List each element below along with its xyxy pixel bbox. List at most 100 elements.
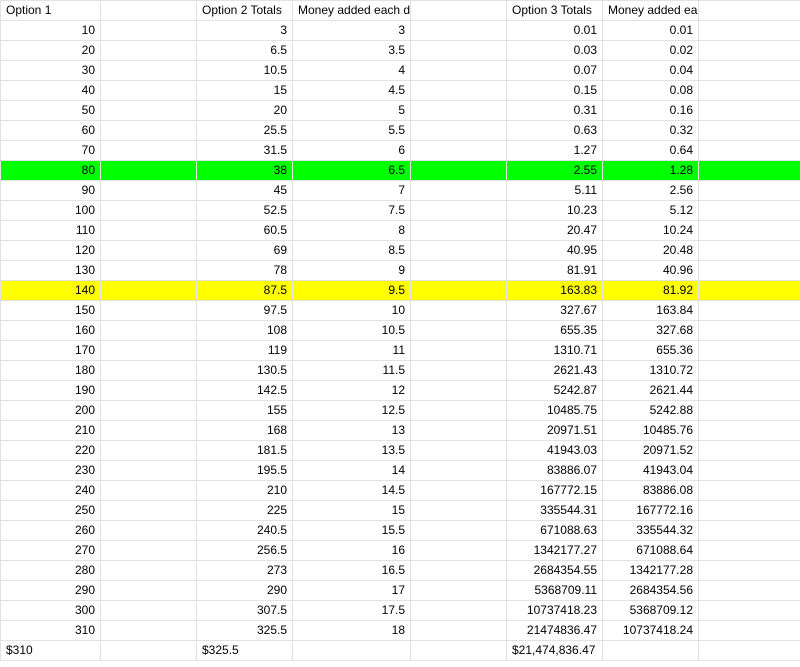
cell-spacer-e[interactable] — [410, 120, 507, 141]
cell-spacer-b[interactable] — [100, 60, 197, 81]
cell-spacer-b[interactable] — [100, 380, 197, 401]
cell-spacer-b[interactable] — [100, 140, 197, 161]
cell-spacer-b[interactable] — [100, 280, 197, 301]
cell-spacer-e[interactable] — [410, 480, 507, 501]
cell-option-3-added[interactable]: 83886.08 — [602, 480, 699, 501]
cell-option-3-added[interactable]: 41943.04 — [602, 460, 699, 481]
cell-option-3-added[interactable]: 327.68 — [602, 320, 699, 341]
cell-spacer-e[interactable] — [410, 460, 507, 481]
cell-spacer-e[interactable] — [410, 160, 507, 181]
cell-spacer-b[interactable] — [100, 500, 197, 521]
cell-option-3-added[interactable]: 0.64 — [602, 140, 699, 161]
cell-option-1[interactable]: 210 — [0, 420, 101, 441]
cell-option-2-totals[interactable]: 78 — [196, 260, 293, 281]
cell-spacer-h[interactable] — [698, 220, 800, 241]
cell-spacer-e[interactable] — [410, 280, 507, 301]
cell-option-3-totals[interactable]: 335544.31 — [506, 500, 603, 521]
cell-option-3-added[interactable]: 0.16 — [602, 100, 699, 121]
cell-spacer-h[interactable] — [698, 400, 800, 421]
cell-spacer-h[interactable] — [698, 200, 800, 221]
header-cell-option-1[interactable]: Option 1 — [0, 0, 101, 21]
header-cell-option-3-totals[interactable]: Option 3 Totals — [506, 0, 603, 21]
cell-option-2-totals[interactable]: 87.5 — [196, 280, 293, 301]
cell-spacer-e[interactable] — [410, 140, 507, 161]
cell-option-3-totals[interactable]: 81.91 — [506, 260, 603, 281]
cell-option-2-added[interactable]: 6 — [292, 140, 411, 161]
cell-option-2-added[interactable]: 5.5 — [292, 120, 411, 141]
cell-option-3-totals[interactable]: 327.67 — [506, 300, 603, 321]
cell-option-3-added[interactable]: 0.02 — [602, 40, 699, 61]
cell-option-2-added[interactable]: 4.5 — [292, 80, 411, 101]
cell-spacer-e[interactable] — [410, 540, 507, 561]
cell-option-1[interactable]: 80 — [0, 160, 101, 181]
cell-spacer-b[interactable] — [100, 260, 197, 281]
cell-option-3-added[interactable]: 2684354.56 — [602, 580, 699, 601]
cell-option-3-added[interactable]: 0.01 — [602, 20, 699, 41]
cell-spacer-h[interactable] — [698, 40, 800, 61]
cell-option-3-totals[interactable]: 20971.51 — [506, 420, 603, 441]
cell-option-2-added[interactable]: 11.5 — [292, 360, 411, 381]
cell-option-2-totals[interactable]: 97.5 — [196, 300, 293, 321]
cell-spacer-b[interactable] — [100, 440, 197, 461]
cell-spacer-h[interactable] — [698, 260, 800, 281]
cell-spacer-e[interactable] — [410, 600, 507, 621]
cell-spacer-b[interactable] — [100, 360, 197, 381]
cell-spacer-e[interactable] — [410, 60, 507, 81]
cell-option-1[interactable]: 50 — [0, 100, 101, 121]
cell-option-3-totals[interactable]: 1310.71 — [506, 340, 603, 361]
cell-spacer-h[interactable] — [698, 340, 800, 361]
cell-option-3-totals[interactable]: 167772.15 — [506, 480, 603, 501]
cell-option-3-added[interactable]: 5.12 — [602, 200, 699, 221]
cell-option-2-totals[interactable]: 325.5 — [196, 620, 293, 641]
cell-option-1[interactable]: 140 — [0, 280, 101, 301]
cell-option-2-totals[interactable]: 69 — [196, 240, 293, 261]
cell-option-3-totals[interactable]: 0.03 — [506, 40, 603, 61]
cell-option-1[interactable]: 180 — [0, 360, 101, 381]
cell-spacer-h[interactable] — [698, 420, 800, 441]
header-cell-option-2-added[interactable]: Money added each day — [292, 0, 411, 21]
cell-option-3-added[interactable]: 5368709.12 — [602, 600, 699, 621]
cell-spacer-h[interactable] — [698, 460, 800, 481]
cell-option-2-totals[interactable]: 142.5 — [196, 380, 293, 401]
cell-option-1[interactable]: 290 — [0, 580, 101, 601]
cell-option-2-totals[interactable]: 181.5 — [196, 440, 293, 461]
cell-spacer-h[interactable] — [698, 300, 800, 321]
cell-option-2-totals[interactable]: 210 — [196, 480, 293, 501]
cell-option-2-totals[interactable]: 225 — [196, 500, 293, 521]
cell-option-1[interactable]: 100 — [0, 200, 101, 221]
cell-spacer-b[interactable] — [100, 100, 197, 121]
cell-spacer-h[interactable] — [698, 60, 800, 81]
cell-spacer-e[interactable] — [410, 320, 507, 341]
cell-option-1[interactable]: 220 — [0, 440, 101, 461]
cell-option-2-added[interactable]: 17 — [292, 580, 411, 601]
cell-spacer-h[interactable] — [698, 520, 800, 541]
cell-spacer-e[interactable] — [410, 440, 507, 461]
cell-option-3-added[interactable]: 20971.52 — [602, 440, 699, 461]
cell-option-3-totals[interactable]: 163.83 — [506, 280, 603, 301]
cell-option-2-added[interactable]: 8.5 — [292, 240, 411, 261]
cell-option-2-added[interactable]: 15.5 — [292, 520, 411, 541]
cell-option-1[interactable]: 170 — [0, 340, 101, 361]
cell-spacer-b[interactable] — [100, 620, 197, 641]
cell-option-2-totals[interactable]: 3 — [196, 20, 293, 41]
cell-spacer-b[interactable] — [100, 160, 197, 181]
cell-option-3-added[interactable]: 1342177.28 — [602, 560, 699, 581]
cell-option-2-added[interactable]: 17.5 — [292, 600, 411, 621]
cell-spacer-e[interactable] — [410, 40, 507, 61]
cell-option-2-totals[interactable]: 273 — [196, 560, 293, 581]
cell-option-3-added[interactable]: 163.84 — [602, 300, 699, 321]
cell-spacer-h[interactable] — [698, 180, 800, 201]
header-cell-spacer-e[interactable] — [410, 0, 507, 21]
cell-option-2-added[interactable]: 18 — [292, 620, 411, 641]
cell-option-3-totals[interactable]: 5.11 — [506, 180, 603, 201]
cell-option-2-added[interactable]: 6.5 — [292, 160, 411, 181]
cell-option-2-added[interactable]: 7.5 — [292, 200, 411, 221]
cell-spacer-e[interactable] — [410, 20, 507, 41]
cell-option-2-added[interactable]: 13.5 — [292, 440, 411, 461]
header-cell-option-3-added[interactable]: Money added each day — [602, 0, 699, 21]
cell-spacer-e[interactable] — [410, 580, 507, 601]
total-cell-option-3-totals[interactable]: $21,474,836.47 — [506, 640, 603, 661]
cell-option-2-added[interactable]: 5 — [292, 100, 411, 121]
cell-option-2-totals[interactable]: 60.5 — [196, 220, 293, 241]
cell-spacer-h[interactable] — [698, 20, 800, 41]
